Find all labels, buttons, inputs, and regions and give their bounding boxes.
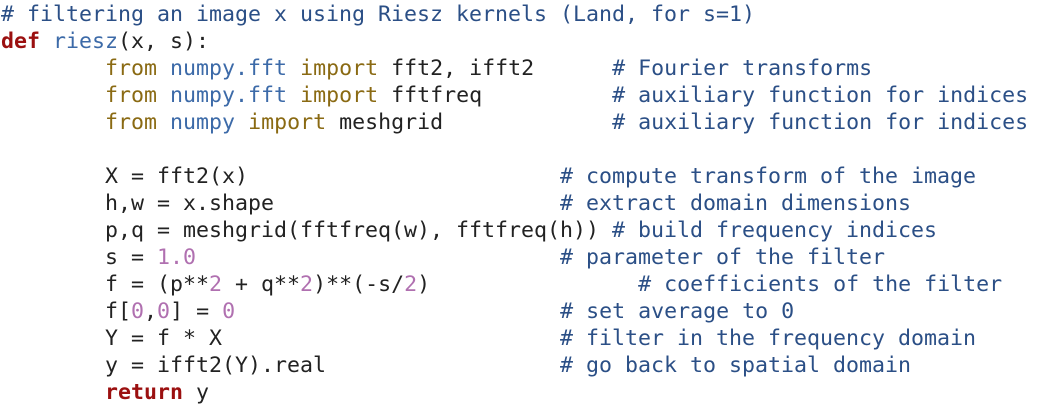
code-token-plain: y = ifft2(Y).real xyxy=(1,353,561,378)
code-token-plain: (x, s): xyxy=(118,29,210,54)
code-token-plain: fft2, ifft2 xyxy=(378,56,613,81)
code-token-funcname: riesz xyxy=(53,29,119,54)
code-line: from numpy.fft import fft2, ifft2 # Four… xyxy=(1,55,1028,82)
code-token-plain: p,q = meshgrid(fftfreq(w), fftfreq(h)) xyxy=(1,218,613,243)
code-line: f = (p**2 + q**2)**(-s/2) # coefficients… xyxy=(1,271,1028,298)
code-token-plain: meshgrid xyxy=(326,110,613,135)
code-line: p,q = meshgrid(fftfreq(w), fftfreq(h)) #… xyxy=(1,217,1028,244)
code-token-comment: # auxiliary function for indices xyxy=(612,83,1029,108)
code-token-number: 0 xyxy=(222,299,236,324)
code-token-comment: # filtering an image x using Riesz kerne… xyxy=(1,2,756,27)
code-line: X = fft2(x) # compute transform of the i… xyxy=(1,163,1028,190)
code-token-comment: # build frequency indices xyxy=(612,218,938,243)
code-line: h,w = x.shape # extract domain dimension… xyxy=(1,190,1028,217)
code-token-plain: s = xyxy=(1,245,158,270)
code-token-plain: ] = xyxy=(170,299,223,324)
code-line: return y xyxy=(1,379,1028,406)
code-token-plain: ) xyxy=(417,272,639,297)
code-token-number: 1.0 xyxy=(157,245,197,270)
code-token-plain: , xyxy=(144,299,158,324)
code-token-plain: + q** xyxy=(222,272,301,297)
code-token-comment: # compute transform of the image xyxy=(560,164,977,189)
code-token-comment: # go back to spatial domain xyxy=(560,353,912,378)
code-token-keyword: return xyxy=(105,380,184,405)
code-token-plain: )**(-s/ xyxy=(313,272,405,297)
code-line: f[0,0] = 0 # set average to 0 xyxy=(1,298,1028,325)
code-token-plain: Y = f * X xyxy=(1,326,561,351)
code-token-comment: # coefficients of the filter xyxy=(638,272,1003,297)
code-token-import: import xyxy=(300,83,379,108)
code-token-number: 2 xyxy=(300,272,314,297)
code-token-comment: # parameter of the filter xyxy=(560,245,886,270)
code-token-comment: # set average to 0 xyxy=(560,299,795,324)
code-token-plain: f = (p** xyxy=(1,272,210,297)
code-token-comment: # filter in the frequency domain xyxy=(560,326,977,351)
code-token-import: import xyxy=(248,110,327,135)
code-token-comment: # auxiliary function for indices xyxy=(612,110,1029,135)
code-line: from numpy.fft import fftfreq # auxiliar… xyxy=(1,82,1028,109)
code-token-number: 2 xyxy=(209,272,223,297)
code-line: y = ifft2(Y).real # go back to spatial d… xyxy=(1,352,1028,379)
code-listing: # filtering an image x using Riesz kerne… xyxy=(1,1,1028,406)
code-token-number: 0 xyxy=(157,299,171,324)
code-token-plain: f[ xyxy=(1,299,132,324)
code-token-keyword: def xyxy=(1,29,41,54)
code-line: Y = f * X # filter in the frequency doma… xyxy=(1,325,1028,352)
code-token-plain: y xyxy=(183,380,210,405)
code-token-import: from xyxy=(105,56,158,81)
code-line: def riesz(x, s): xyxy=(1,28,1028,55)
code-token-module: numpy xyxy=(170,110,236,135)
code-token-number: 0 xyxy=(131,299,145,324)
code-token-comment: # Fourier transforms xyxy=(612,56,873,81)
code-token-plain: fftfreq xyxy=(378,83,613,108)
code-token-plain: X = fft2(x) xyxy=(1,164,561,189)
code-token-module: numpy.fft xyxy=(170,56,288,81)
code-line: from numpy import meshgrid # auxiliary f… xyxy=(1,109,1028,136)
code-token-module: numpy.fft xyxy=(170,83,288,108)
code-token-comment: # extract domain dimensions xyxy=(560,191,912,216)
code-token-import: import xyxy=(300,56,379,81)
code-token-import: from xyxy=(105,110,158,135)
code-token-plain: h,w = x.shape xyxy=(1,191,561,216)
code-token-import: from xyxy=(105,83,158,108)
code-token-number: 2 xyxy=(404,272,418,297)
code-line: # filtering an image x using Riesz kerne… xyxy=(1,1,1028,28)
code-line: s = 1.0 # parameter of the filter xyxy=(1,244,1028,271)
